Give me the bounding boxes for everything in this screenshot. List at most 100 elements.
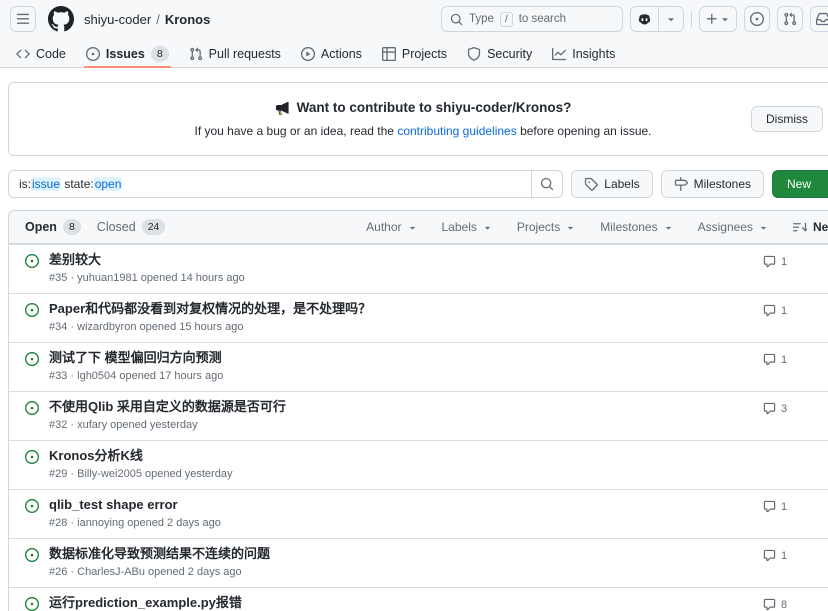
inbox-button[interactable]: [810, 6, 828, 32]
issue-title-link[interactable]: 差别较大: [49, 252, 101, 267]
issue-row-side: 1: [763, 496, 828, 530]
query-qualifier-2: state:: [61, 177, 94, 191]
comment-icon: [763, 549, 776, 562]
comment-count[interactable]: 1: [763, 353, 787, 366]
search-submit-button[interactable]: [531, 170, 564, 198]
tab-pull-requests[interactable]: Pull requests: [179, 40, 291, 67]
copilot-split-button: [630, 6, 684, 32]
projects-filter-dropdown[interactable]: Projects: [517, 220, 576, 234]
issue-opened-icon: [25, 597, 39, 611]
create-new-button[interactable]: [699, 6, 737, 32]
issue-row-side: 1: [763, 251, 828, 285]
open-issues-toggle[interactable]: Open 8: [25, 219, 81, 235]
issue-row[interactable]: 数据标准化导致预测结果不连续的问题 #26 · CharlesJ-ABu ope…: [9, 538, 828, 587]
issue-meta: #26 · CharlesJ-ABu opened 2 days ago: [49, 566, 242, 578]
tab-security[interactable]: Security: [457, 40, 542, 67]
issue-row-side: 8: [763, 594, 828, 611]
issue-title-link[interactable]: Paper和代码都没看到对复权情况的处理，是不处理吗？: [49, 301, 371, 316]
labels-filter-dropdown[interactable]: Labels: [442, 220, 493, 234]
comment-count[interactable]: 3: [763, 402, 787, 415]
issue-row[interactable]: qlib_test shape error #28 · iannoying op…: [9, 489, 828, 538]
tab-issues[interactable]: Issues 8: [76, 40, 179, 68]
issue-opened-icon: [25, 548, 39, 562]
copilot-button[interactable]: [630, 6, 658, 32]
sort-label: Newest: [812, 220, 828, 234]
contributing-guidelines-link[interactable]: contributing guidelines: [397, 124, 516, 138]
tab-projects[interactable]: Projects: [372, 40, 457, 67]
labels-button[interactable]: Labels: [571, 170, 653, 198]
issue-row-side: 1: [763, 349, 828, 383]
comment-count-value: 1: [781, 549, 788, 562]
hamburger-icon: [16, 12, 30, 26]
caret-down-icon: [663, 222, 674, 233]
issue-title-link[interactable]: 不使用Qlib 采用自定义的数据源是否可行: [49, 399, 286, 414]
closed-label: Closed: [96, 220, 136, 234]
issue-row[interactable]: 不使用Qlib 采用自定义的数据源是否可行 #32 · xufary opene…: [9, 391, 828, 440]
issue-row[interactable]: 差别较大 #35 · yuhuan1981 opened 14 hours ag…: [9, 244, 828, 293]
issue-meta: #29 · Billy-wei2005 opened yesterday: [49, 468, 233, 480]
copilot-menu-button[interactable]: [658, 6, 684, 32]
issue-opened-icon: [25, 352, 39, 366]
author-filter-dropdown[interactable]: Author: [366, 220, 417, 234]
issue-row[interactable]: Paper和代码都没看到对复权情况的处理，是不处理吗？ #34 · wizard…: [9, 293, 828, 342]
assignees-filter-dropdown[interactable]: Assignees: [698, 220, 769, 234]
issue-row-main: Paper和代码都没看到对复权情况的处理，是不处理吗？ #34 · wizard…: [49, 300, 763, 334]
inbox-icon: [816, 12, 828, 26]
sort-dropdown[interactable]: Newest: [793, 220, 828, 234]
play-icon: [301, 47, 315, 61]
your-issues-button[interactable]: [744, 6, 770, 32]
your-pull-requests-button[interactable]: [777, 6, 803, 32]
hamburger-menu-button[interactable]: [10, 6, 36, 32]
comment-count-value: 1: [781, 255, 788, 268]
tab-insights[interactable]: Insights: [542, 40, 625, 67]
pull-request-icon: [783, 12, 797, 26]
milestones-button-label: Milestones: [693, 177, 751, 191]
issues-search-input[interactable]: is: issue state: open: [8, 170, 533, 198]
issue-title-link[interactable]: 数据标准化导致预测结果不连续的问题: [49, 546, 270, 561]
comment-count[interactable]: 1: [763, 549, 787, 562]
issue-row[interactable]: 运行prediction_example.py报错 #11 · youshen9…: [9, 587, 828, 611]
search-query-group: is: issue state: open: [8, 170, 564, 198]
new-issue-button[interactable]: New: [772, 170, 828, 198]
search-placeholder-text: Type: [469, 13, 494, 25]
tab-code[interactable]: Code: [6, 40, 76, 67]
issue-title-link[interactable]: 测试了下 模型偏回归方向预测: [49, 350, 222, 365]
shield-icon: [467, 47, 481, 61]
comment-count[interactable]: 1: [763, 304, 787, 317]
issue-meta: #33 · lgh0504 opened 17 hours ago: [49, 370, 224, 382]
comment-count[interactable]: 1: [763, 255, 787, 268]
comment-count-value: 1: [781, 500, 788, 513]
dismiss-button[interactable]: Dismiss: [751, 106, 823, 132]
tab-code-label: Code: [36, 46, 66, 61]
issue-row-side: [763, 447, 828, 481]
copilot-icon: [637, 12, 652, 27]
closed-issues-toggle[interactable]: Closed 24: [97, 219, 166, 235]
comment-icon: [763, 402, 776, 415]
issue-title-link[interactable]: 运行prediction_example.py报错: [49, 595, 242, 610]
issue-row[interactable]: 测试了下 模型偏回归方向预测 #33 · lgh0504 opened 17 h…: [9, 342, 828, 391]
issue-title-link[interactable]: Kronos分析K线: [49, 448, 143, 463]
issue-meta: #34 · wizardbyron opened 15 hours ago: [49, 321, 244, 333]
author-filter-label: Author: [366, 220, 402, 234]
issue-row[interactable]: Kronos分析K线 #29 · Billy-wei2005 opened ye…: [9, 440, 828, 489]
comment-count-value: 1: [781, 353, 788, 366]
comment-count[interactable]: 8: [763, 598, 787, 611]
repo-owner-link[interactable]: shiyu-coder: [84, 12, 151, 27]
global-search-input[interactable]: Type / to search: [441, 6, 623, 32]
milestones-filter-dropdown[interactable]: Milestones: [600, 220, 673, 234]
repo-name-link[interactable]: Kronos: [165, 12, 211, 27]
issue-row-main: 不使用Qlib 采用自定义的数据源是否可行 #32 · xufary opene…: [49, 398, 763, 432]
milestones-button[interactable]: Milestones: [660, 170, 764, 198]
issue-meta: #28 · iannoying opened 2 days ago: [49, 517, 221, 529]
projects-filter-label: Projects: [516, 220, 561, 234]
megaphone-icon: [275, 101, 290, 116]
repo-nav: Code Issues 8 Pull requests Actions Proj…: [0, 38, 828, 68]
comment-icon: [763, 304, 776, 317]
tab-security-label: Security: [487, 46, 533, 61]
tab-actions[interactable]: Actions: [291, 40, 372, 67]
comment-count[interactable]: 1: [763, 500, 787, 513]
issue-title-link[interactable]: qlib_test shape error: [49, 497, 178, 512]
pull-request-icon: [189, 47, 203, 61]
github-logo-icon[interactable]: [48, 6, 74, 32]
issue-opened-icon: [25, 499, 39, 513]
